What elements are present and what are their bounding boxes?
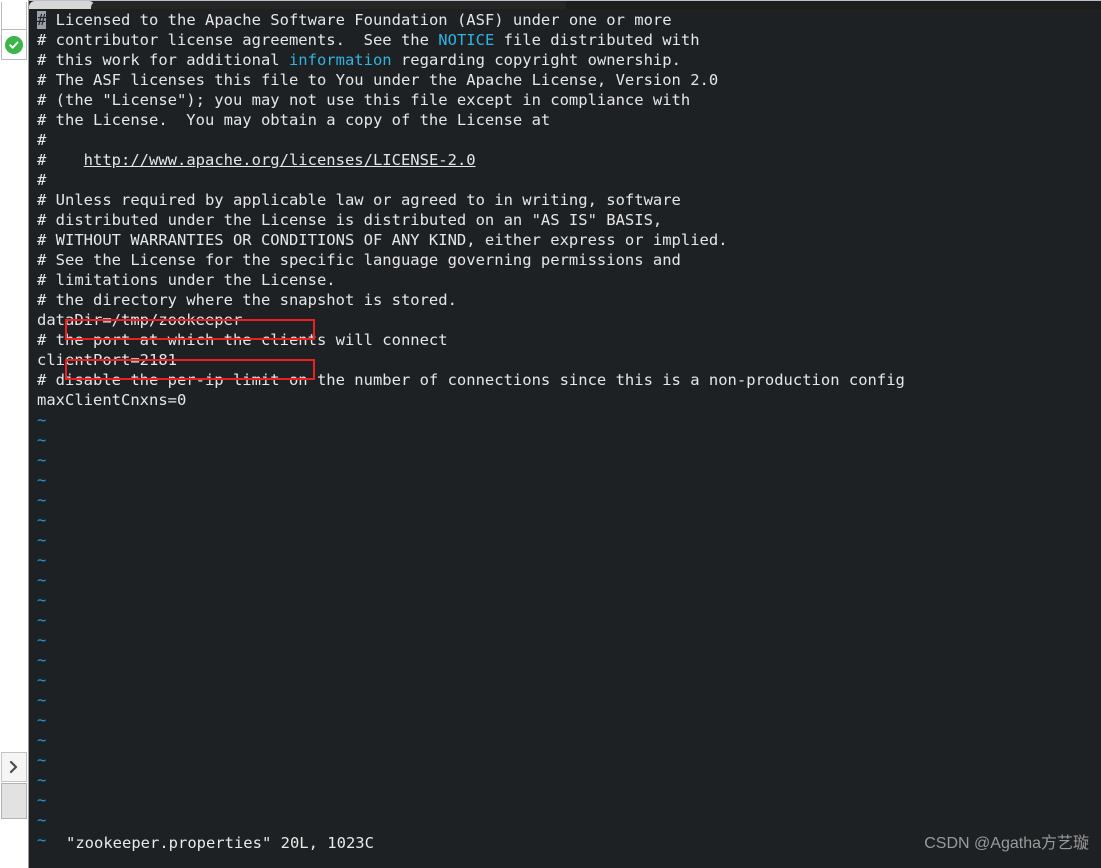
sidebar-item-status[interactable] xyxy=(1,30,27,60)
sidebar-slot-empty xyxy=(1,2,27,30)
vim-empty-line-marker: ~ xyxy=(37,811,47,829)
vim-line: maxClientCnxns=0 xyxy=(37,391,187,409)
vim-empty-line-marker: ~ xyxy=(37,411,47,429)
vim-line: # Licensed to the Apache Software Founda… xyxy=(37,11,672,29)
vim-line: # the License. You may obtain a copy of … xyxy=(37,111,551,129)
sidebar-slot-placeholder[interactable] xyxy=(1,783,27,819)
vim-line: # xyxy=(37,171,47,189)
vim-line: # xyxy=(37,131,47,149)
vim-line: # the port at which the clients will con… xyxy=(37,331,448,349)
left-sidebar xyxy=(0,0,29,868)
vim-line: # Unless required by applicable law or a… xyxy=(37,191,681,209)
vim-empty-line-marker: ~ xyxy=(37,711,47,729)
vim-empty-line-marker: ~ xyxy=(37,691,47,709)
terminal-window[interactable]: # Licensed to the Apache Software Founda… xyxy=(29,9,1101,868)
vim-empty-line-marker: ~ xyxy=(37,651,47,669)
vim-buffer[interactable]: # Licensed to the Apache Software Founda… xyxy=(37,10,1101,850)
vim-empty-line-marker: ~ xyxy=(37,531,47,549)
vim-line: # http://www.apache.org/licenses/LICENSE… xyxy=(37,151,476,169)
vim-line: # The ASF licenses this file to You unde… xyxy=(37,71,719,89)
vim-line: # contributor license agreements. See th… xyxy=(37,31,700,49)
vim-status-line: "zookeeper.properties" 20L, 1023C xyxy=(66,834,374,852)
vim-line: # limitations under the License. xyxy=(37,271,336,289)
screenshot-root: # Licensed to the Apache Software Founda… xyxy=(0,0,1101,868)
vim-empty-line-marker: ~ xyxy=(37,611,47,629)
vim-empty-line-marker: ~ xyxy=(37,511,47,529)
vim-empty-line-marker: ~ xyxy=(37,771,47,789)
vim-line: dataDir=/tmp/zookeeper xyxy=(37,311,243,329)
watermark: CSDN @Agatha方艺璇 xyxy=(924,835,1089,852)
vim-empty-line-marker: ~ xyxy=(37,431,47,449)
sidebar-expand-button[interactable] xyxy=(1,752,27,782)
vim-empty-line-marker: ~ xyxy=(37,451,47,469)
vim-line: # this work for additional information r… xyxy=(37,51,681,69)
vim-empty-line-marker: ~ xyxy=(37,551,47,569)
vim-empty-line-marker: ~ xyxy=(37,471,47,489)
vim-empty-line-marker: ~ xyxy=(37,591,47,609)
vim-empty-line-marker: ~ xyxy=(37,751,47,769)
vim-line: clientPort=2181 xyxy=(37,351,177,369)
vim-empty-line-marker: ~ xyxy=(37,491,47,509)
vim-empty-line-marker: ~ xyxy=(37,791,47,809)
license-url-link[interactable]: http://www.apache.org/licenses/LICENSE-2… xyxy=(84,151,476,169)
vim-line: # the directory where the snapshot is st… xyxy=(37,291,457,309)
vim-line: # distributed under the License is distr… xyxy=(37,211,663,229)
green-check-icon xyxy=(5,35,23,54)
vim-line: # WITHOUT WARRANTIES OR CONDITIONS OF AN… xyxy=(37,231,728,249)
vim-line: # (the "License"); you may not use this … xyxy=(37,91,691,109)
vim-line: # See the License for the specific langu… xyxy=(37,251,681,269)
vim-empty-line-marker: ~ xyxy=(37,571,47,589)
chevron-right-icon xyxy=(9,760,18,774)
vim-empty-line-marker: ~ xyxy=(37,631,47,649)
vim-line: # disable the per-ip limit on the number… xyxy=(37,371,905,389)
vim-empty-line-marker: ~ xyxy=(37,671,47,689)
vim-empty-line-marker: ~ xyxy=(37,731,47,749)
terminal-tab-bar xyxy=(29,0,1101,10)
